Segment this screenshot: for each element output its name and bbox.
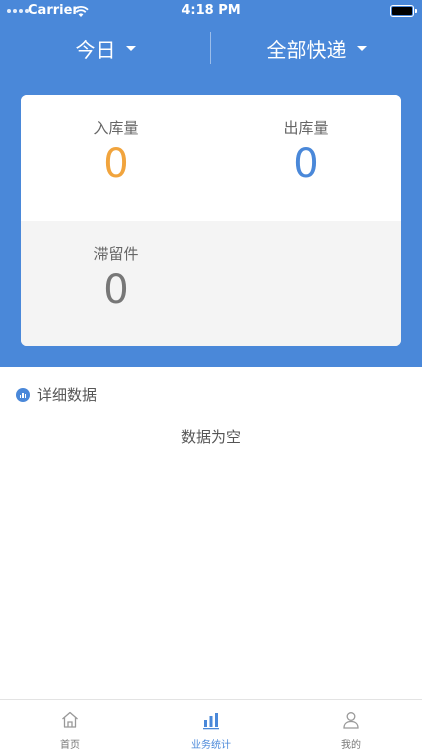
home-icon xyxy=(60,710,80,730)
stranded-label: 滞留件 xyxy=(93,245,139,263)
bar-chart-icon xyxy=(201,710,221,730)
header: Carrier 4:18 PM 今日 全部快递 入库量 0 出库量 0 滞留件 … xyxy=(0,0,422,367)
stranded-stat: 滞留件 0 xyxy=(21,243,211,312)
tab-home[interactable]: 首页 xyxy=(0,700,140,751)
status-bar: Carrier 4:18 PM xyxy=(0,0,422,22)
inbound-value: 0 xyxy=(103,141,129,187)
courier-filter-dropdown[interactable]: 全部快递 xyxy=(211,30,422,66)
caret-down-icon xyxy=(356,45,367,51)
battery-icon xyxy=(390,5,417,17)
outbound-label: 出库量 xyxy=(283,119,329,137)
stats-card: 入库量 0 出库量 0 滞留件 0 xyxy=(21,95,401,346)
inbound-stat: 入库量 0 xyxy=(21,117,211,186)
date-filter-dropdown[interactable]: 今日 xyxy=(0,30,211,66)
outbound-value: 0 xyxy=(293,141,319,187)
inbound-label: 入库量 xyxy=(93,119,139,137)
courier-filter-label: 全部快递 xyxy=(266,37,347,62)
tab-profile[interactable]: 我的 xyxy=(281,700,421,751)
empty-state-text: 数据为空 xyxy=(180,428,241,446)
detail-title-label: 详细数据 xyxy=(37,386,98,404)
outbound-stat: 出库量 0 xyxy=(211,117,401,186)
date-filter-label: 今日 xyxy=(75,37,116,62)
tab-bar: 首页 业务统计 我的 xyxy=(0,699,422,751)
tab-business-stats-label: 业务统计 xyxy=(191,740,231,751)
stats-badge-icon xyxy=(16,387,30,402)
tab-home-label: 首页 xyxy=(60,740,80,751)
person-icon xyxy=(341,710,361,730)
caret-down-icon xyxy=(125,45,136,51)
stats-top-row: 入库量 0 出库量 0 xyxy=(21,95,401,221)
stats-bottom-row: 滞留件 0 xyxy=(21,221,401,346)
tab-profile-label: 我的 xyxy=(341,740,361,751)
status-time: 4:18 PM xyxy=(181,3,241,18)
tab-business-stats[interactable]: 业务统计 xyxy=(141,700,281,751)
stranded-value: 0 xyxy=(103,267,129,313)
filter-bar: 今日 全部快递 xyxy=(0,30,422,66)
detail-section-title: 详细数据 xyxy=(16,384,97,405)
